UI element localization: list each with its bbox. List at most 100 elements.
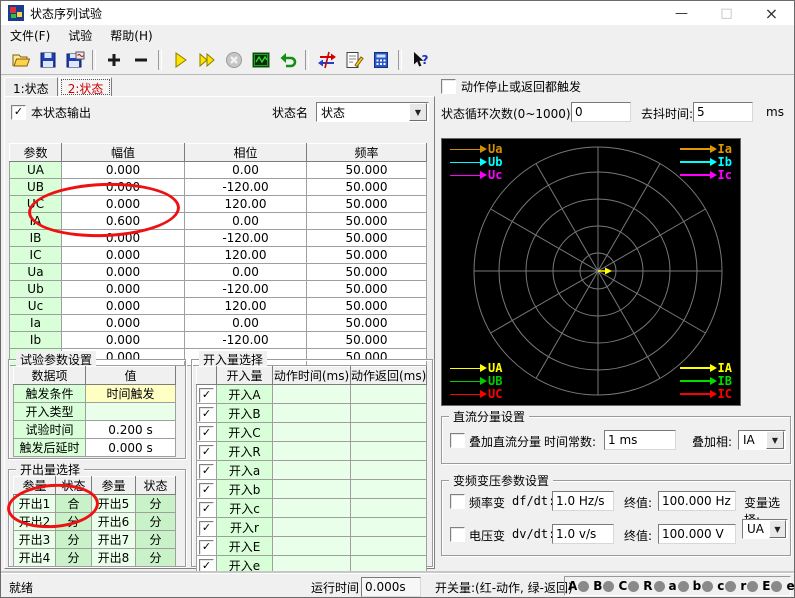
volt-change-checkbox[interactable] (450, 527, 465, 542)
binary-in-checkbox[interactable]: ✓ (199, 426, 214, 441)
tab-state-2[interactable]: 2:状态 (59, 77, 113, 97)
trigger-mode-label: 动作停止或返回都触发 (461, 78, 581, 95)
binary-in-checkbox[interactable]: ✓ (199, 559, 214, 574)
menu-bar: 文件(F) 试验 帮助(H) (1, 25, 794, 46)
dvdt-input[interactable] (552, 524, 614, 544)
save-icon[interactable] (34, 47, 61, 73)
indicator-a: a (669, 579, 689, 593)
indicator-C: C (618, 579, 639, 593)
toolbar-separator (305, 50, 309, 70)
status-ready: 就绪 (9, 579, 33, 596)
output-toggle-icon[interactable] (313, 47, 340, 73)
binary-in-checkbox[interactable]: ✓ (199, 483, 214, 498)
indicator-light (628, 581, 639, 592)
table-row: ✓开入b (197, 480, 427, 499)
close-button[interactable]: × (749, 1, 794, 25)
table-row: IB0.000-120.0050.000 (10, 230, 427, 247)
run-icon[interactable] (166, 47, 193, 73)
indicator-c: c (717, 579, 736, 593)
table-row: ✓开入a (197, 461, 427, 480)
dc-checkbox[interactable] (450, 433, 465, 448)
trigger-mode-checkbox[interactable] (441, 79, 456, 94)
phasor-legend-UA: UA (450, 362, 502, 374)
phasor-legend-ib2: Ib (680, 156, 732, 168)
add-state-icon[interactable] (100, 47, 127, 73)
calculator-icon[interactable] (367, 47, 394, 73)
phasor-legend-UB: UB (450, 375, 502, 387)
state-name-select[interactable]: 状态 ▼ (316, 102, 429, 122)
help-pointer-icon[interactable]: ? (406, 47, 433, 73)
binary-in-checkbox[interactable]: ✓ (199, 388, 214, 403)
dfdt-input[interactable] (552, 491, 614, 511)
table-row: ✓开入c (197, 499, 427, 518)
report-edit-icon[interactable] (340, 47, 367, 73)
volt-change-label: 电压变 (469, 527, 505, 544)
runtime-value: 0.000s (361, 577, 421, 597)
menu-test[interactable]: 试验 (59, 25, 101, 46)
table-row: UC0.000120.0050.000 (10, 196, 427, 213)
binary-in-checkbox[interactable]: ✓ (199, 445, 214, 460)
menu-file[interactable]: 文件(F) (1, 25, 59, 46)
parameter-table: 参数 幅值 相位 频率 UA0.0000.0050.000 UB0.000-12… (9, 143, 427, 366)
table-row: Ib0.000-120.0050.000 (10, 332, 427, 349)
binary-in-checkbox[interactable]: ✓ (199, 407, 214, 422)
state-panel: 1:状态 2:状态 ✓ 本状态输出 状态名 状态 ▼ 参数 幅值 相位 (4, 77, 435, 569)
dfdt-label: df/dt: (512, 494, 555, 508)
freq-end-input[interactable] (658, 491, 736, 511)
phasor-legend-IC: IC (680, 388, 732, 400)
binary-in-checkbox[interactable]: ✓ (199, 502, 214, 517)
dc-tc-input[interactable] (604, 430, 676, 450)
col-frequency: 频率 (307, 144, 427, 162)
menu-help[interactable]: 帮助(H) (101, 25, 161, 46)
freq-change-label: 频率变 (469, 494, 505, 511)
var-select[interactable]: UA ▼ (742, 519, 788, 539)
remove-state-icon[interactable] (127, 47, 154, 73)
table-row: ✓开入A (197, 385, 427, 404)
toolbar: ? (1, 46, 794, 75)
switch-hint: 开关量:(红-动作, 绿-返回) (435, 579, 573, 596)
binary-in-checkbox[interactable]: ✓ (199, 464, 214, 479)
state-content-panel: ✓ 本状态输出 状态名 状态 ▼ 参数 幅值 相位 频率 UA0.0000.00… (4, 96, 435, 569)
indicator-r: r (740, 579, 758, 593)
binary-in-checkbox[interactable]: ✓ (199, 521, 214, 536)
toolbar-separator (398, 50, 402, 70)
table-row: ✓开入E (197, 537, 427, 556)
state-name-label: 状态名 (272, 104, 308, 121)
indicator-light (771, 581, 782, 592)
save-report-icon[interactable] (61, 47, 88, 73)
dc-phase-label: 叠加相: (692, 433, 732, 450)
loop-count-input[interactable] (571, 102, 631, 122)
app-window: 状态序列试验 — □ × 文件(F) 试验 帮助(H) ? (0, 0, 795, 598)
indicator-B: B (593, 579, 614, 593)
open-file-icon[interactable] (7, 47, 34, 73)
binary-indicators: A B C R a b c r E e (564, 576, 791, 596)
title-bar: 状态序列试验 — □ × (1, 1, 794, 25)
tab-state-1[interactable]: 1:状态 (4, 77, 58, 97)
waveform-icon[interactable] (247, 47, 274, 73)
run-continuous-icon[interactable] (193, 47, 220, 73)
phasor-legend-IB: IB (680, 375, 732, 387)
state-output-label: 本状态输出 (31, 104, 91, 121)
runtime-label: 运行时间 (311, 579, 359, 596)
chevron-down-icon[interactable]: ▼ (409, 103, 427, 121)
col-phase: 相位 (185, 144, 307, 162)
phasor-legend-UC: UC (450, 388, 502, 400)
indicator-light (747, 581, 758, 592)
binary-in-checkbox[interactable]: ✓ (199, 540, 214, 555)
window-title: 状态序列试验 (30, 5, 102, 22)
debounce-input[interactable] (693, 102, 753, 122)
status-bar: 就绪 运行时间 0.000s 开关量:(红-动作, 绿-返回) A B C R … (1, 573, 794, 598)
undo-icon[interactable] (274, 47, 301, 73)
phasor-legend-IA: IA (680, 362, 732, 374)
freq-change-checkbox[interactable] (450, 494, 465, 509)
volt-end-input[interactable] (658, 524, 736, 544)
phasor-legend-ic2: Ic (680, 169, 732, 181)
chevron-down-icon[interactable]: ▼ (769, 520, 786, 538)
chevron-down-icon[interactable]: ▼ (766, 431, 784, 449)
dc-phase-select[interactable]: IA ▼ (738, 430, 786, 450)
minimize-button[interactable]: — (659, 1, 704, 25)
stop-icon (220, 47, 247, 73)
table-row: 开出1合开出5分 (14, 495, 176, 513)
state-output-checkbox[interactable]: ✓ (11, 105, 26, 120)
table-row: Ia0.0000.0050.000 (10, 315, 427, 332)
